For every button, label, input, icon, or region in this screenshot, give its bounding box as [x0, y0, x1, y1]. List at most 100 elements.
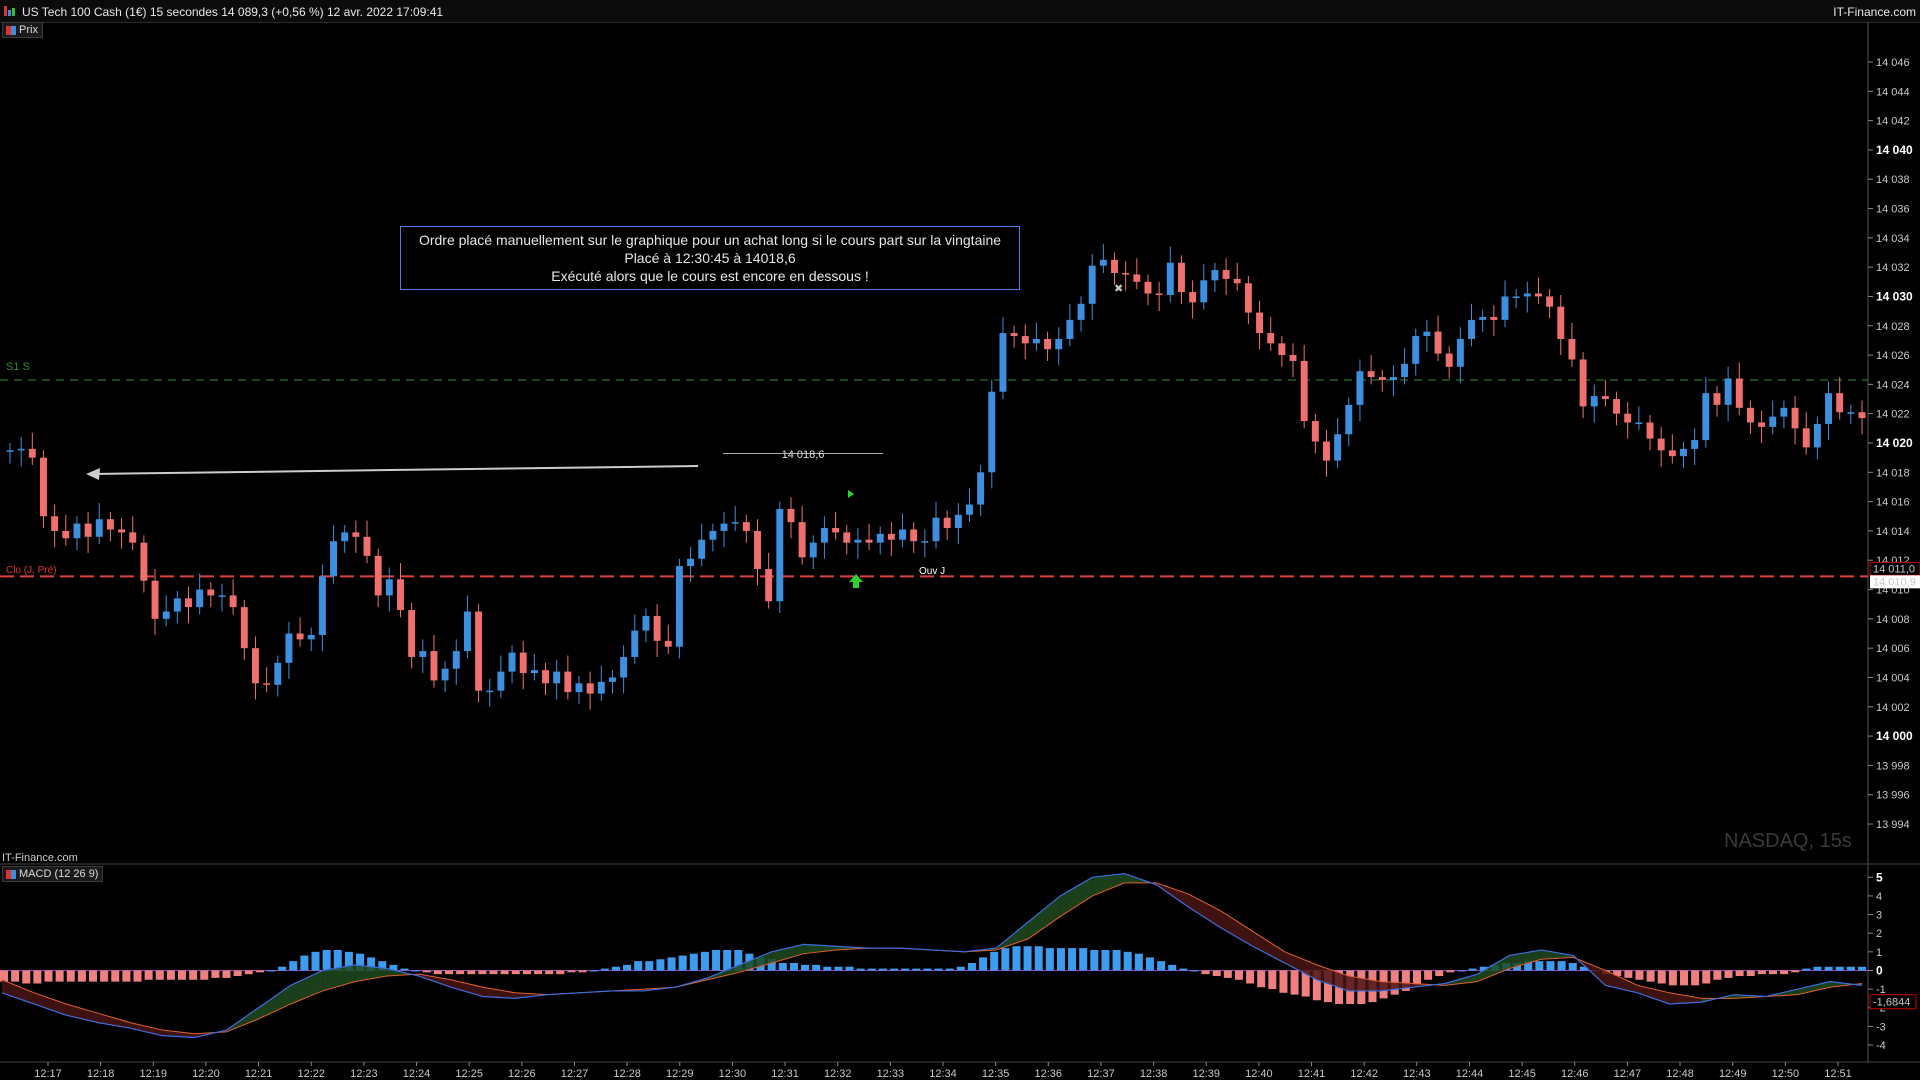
candle-up — [1032, 338, 1040, 344]
candle-up — [1401, 363, 1409, 378]
candle-up — [330, 541, 338, 577]
annotation-line-3: Exécuté alors que le cours est encore en… — [551, 268, 869, 284]
annotation-line-2: Placé à 12:30:45 à 14018,6 — [624, 250, 796, 266]
time-axis-label: 12:41 — [1298, 1068, 1326, 1080]
macd-panel-tag[interactable]: MACD (12 26 9) — [2, 866, 104, 882]
macd-hist-negative — [1757, 970, 1766, 975]
macd-hist-negative — [77, 970, 86, 982]
macd-signal-fill — [66, 1003, 99, 1023]
buy-arrow-stem — [853, 582, 859, 588]
candle-up — [1055, 338, 1063, 350]
candle-down — [519, 652, 527, 674]
time-axis-label: 12:35 — [982, 1068, 1010, 1080]
macd-hist-positive — [1023, 946, 1032, 971]
candle-up — [553, 671, 561, 684]
candle-up — [1523, 293, 1531, 297]
candle-up — [1724, 378, 1732, 405]
candle-up — [1077, 303, 1085, 320]
macd-hist-negative — [1424, 970, 1433, 980]
macd-hist-positive — [878, 968, 887, 971]
candle-down — [1735, 378, 1743, 408]
previous-close-label: Clo (J, Pré) — [6, 565, 57, 576]
candle-down — [943, 517, 951, 528]
candle-up — [1211, 270, 1219, 281]
macd-hist-positive — [1123, 951, 1132, 971]
macd-hist-negative — [1768, 970, 1777, 975]
candle-down — [263, 683, 271, 685]
macd-hist-positive — [289, 961, 298, 971]
chart-canvas[interactable]: 14 04614 04414 04214 04014 03814 03614 0… — [0, 0, 1920, 1080]
candle-up — [631, 630, 639, 657]
candle-up — [1813, 423, 1821, 448]
macd-axis-label: 5 — [1876, 870, 1883, 884]
candle-up — [486, 690, 494, 693]
candle-up — [776, 508, 784, 602]
macd-axis-label: -4 — [1876, 1040, 1886, 1052]
macd-hist-positive — [400, 968, 409, 971]
candle-down — [1021, 336, 1029, 344]
candle-down — [1713, 393, 1721, 405]
macd-hist-negative — [422, 970, 431, 973]
macd-hist-negative — [1268, 970, 1277, 990]
candle-down — [1791, 407, 1799, 429]
macd-signal-fill — [258, 985, 291, 1019]
price-panel-tag[interactable]: Prix — [2, 22, 43, 38]
macd-hist-negative — [111, 970, 120, 982]
macd-hist-positive — [1090, 949, 1099, 971]
macd-hist-positive — [311, 951, 320, 971]
annotation-box[interactable]: Ordre placé manuellement sur le graphiqu… — [400, 226, 1020, 290]
time-axis-label: 12:25 — [455, 1068, 483, 1080]
order-price-label[interactable]: 14 018,6 — [723, 449, 883, 461]
macd-hist-negative — [1435, 970, 1444, 977]
candle-down — [251, 648, 259, 684]
macd-hist-negative — [44, 970, 53, 982]
macd-hist-negative — [556, 970, 565, 975]
macd-hist-positive — [267, 970, 276, 972]
time-axis-label: 12:42 — [1350, 1068, 1378, 1080]
candle-up — [1166, 262, 1174, 295]
macd-signal-fill — [1252, 931, 1285, 963]
macd-hist-positive — [1857, 966, 1867, 971]
time-axis-label: 12:19 — [140, 1068, 168, 1080]
macd-hist-negative — [1646, 970, 1655, 982]
candle-up — [1479, 316, 1487, 320]
macd-hist-negative — [89, 970, 98, 982]
macd-signal-fill — [290, 970, 323, 1004]
time-axis-label: 12:40 — [1245, 1068, 1273, 1080]
candle-up — [854, 539, 862, 543]
exit-cross-icon: ✖ — [1114, 283, 1123, 295]
macd-signal-fill — [1316, 964, 1349, 991]
candle-down — [1546, 296, 1554, 307]
macd-hist-positive — [1056, 948, 1065, 971]
time-axis-label: 12:24 — [403, 1068, 431, 1080]
candle-down — [397, 579, 404, 611]
macd-hist-positive — [623, 964, 632, 971]
candle-down — [1758, 422, 1766, 427]
macd-hist-negative — [511, 970, 520, 975]
macd-hist-negative — [100, 970, 109, 982]
macd-hist-positive — [1079, 948, 1088, 971]
candle-up — [1769, 416, 1777, 427]
macd-swatch-icon — [6, 870, 16, 879]
macd-value-label: -1,6844 — [1873, 997, 1910, 1009]
macd-hist-negative — [445, 970, 454, 975]
time-axis-label: 12:31 — [771, 1068, 799, 1080]
buy-arrow-icon — [849, 574, 863, 582]
candle-up — [1780, 407, 1788, 417]
macd-hist-negative — [1691, 970, 1700, 986]
candle-down — [1490, 316, 1498, 320]
candle-down — [843, 532, 851, 543]
macd-hist-negative — [1624, 970, 1633, 978]
price-axis-label: 14 018 — [1876, 467, 1910, 479]
macd-hist-negative — [1290, 970, 1299, 995]
macd-hist-negative — [1201, 970, 1210, 975]
macd-hist-positive — [1045, 948, 1054, 971]
macd-hist-negative — [1257, 970, 1266, 988]
time-axis-label: 12:43 — [1403, 1068, 1431, 1080]
macd-hist-negative — [1679, 970, 1688, 986]
candle-up — [899, 529, 906, 540]
candle-down — [653, 615, 661, 641]
candle-down — [374, 555, 382, 596]
macd-hist-positive — [322, 949, 331, 971]
last-price-axis-value: 14 010,9 — [1873, 576, 1916, 588]
